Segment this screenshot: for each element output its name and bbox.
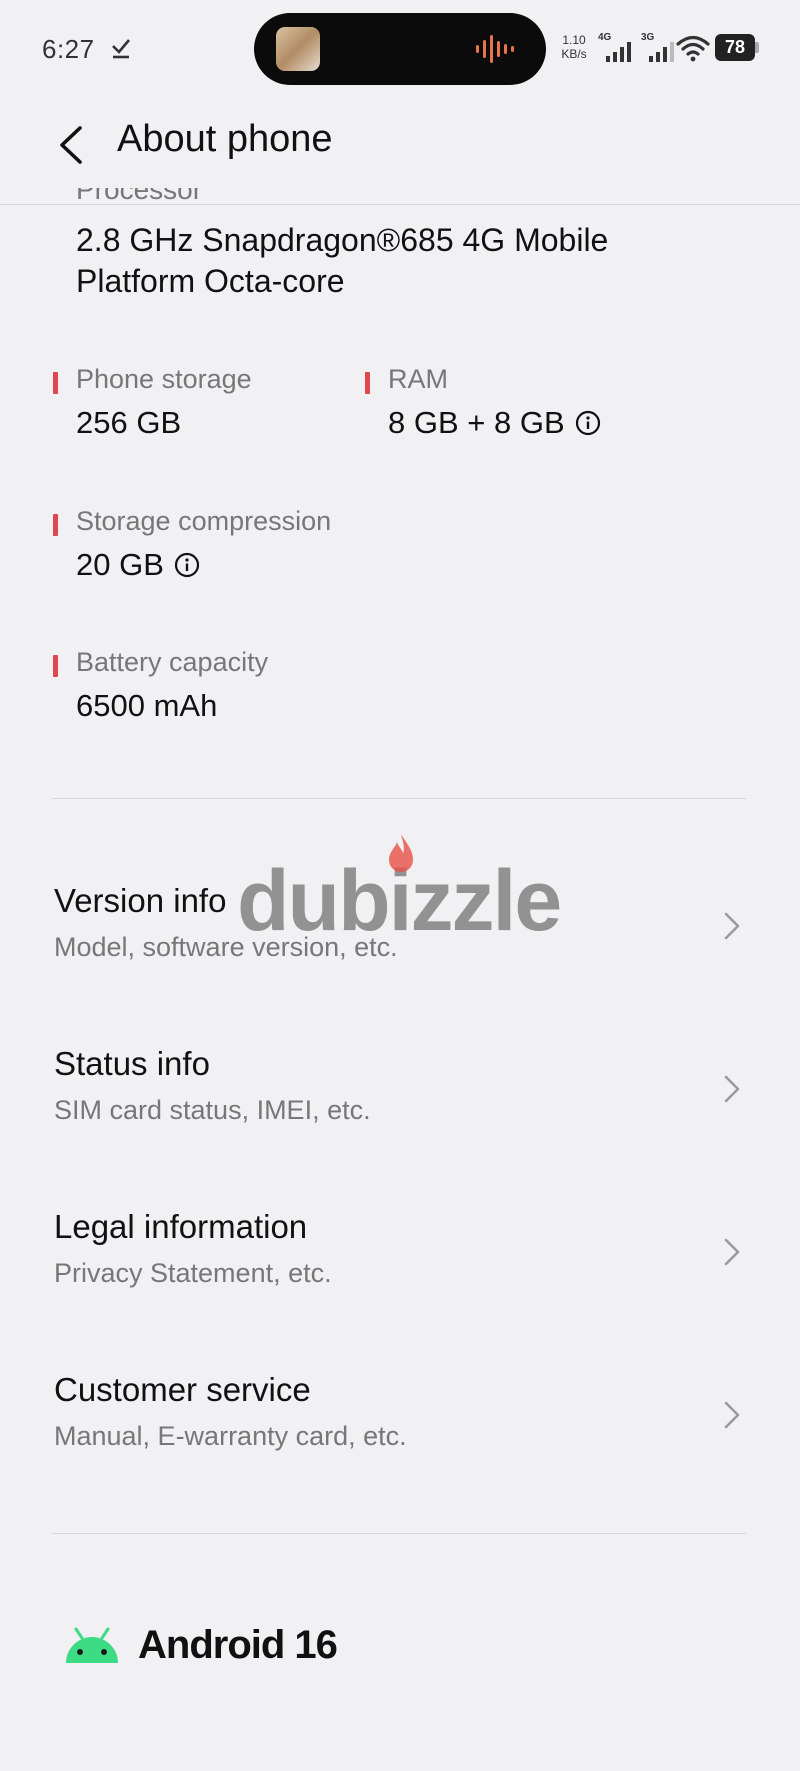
divider <box>52 1533 746 1534</box>
back-arrow-icon[interactable] <box>52 120 92 170</box>
android-version-label: Android 16 <box>138 1622 338 1667</box>
accent-bar <box>53 514 58 536</box>
android-logo-icon <box>66 1627 118 1663</box>
spec-value: 8 GB + 8 GB <box>388 405 601 441</box>
menu-item-subtitle: SIM card status, IMEI, etc. <box>54 1095 371 1125</box>
storage-compression-info-icon[interactable] <box>174 552 200 578</box>
battery-level: 78 <box>715 34 755 61</box>
spec-label: Phone storage <box>76 364 252 394</box>
menu-item-status-info[interactable]: Status info SIM card status, IMEI, etc. <box>0 1025 800 1155</box>
accent-bar <box>53 655 58 677</box>
dynamic-island[interactable] <box>254 13 546 85</box>
menu-item-subtitle: Model, software version, etc. <box>54 932 398 962</box>
battery-icon: 78 <box>715 34 759 61</box>
spec-value: 20 GB <box>76 547 200 583</box>
spec-label: Battery capacity <box>76 647 269 677</box>
menu-item-title: Status info <box>54 1045 210 1082</box>
spec-label: Storage compression <box>76 506 332 536</box>
menu-item-title: Customer service <box>54 1371 311 1408</box>
spec-value: 256 GB <box>76 405 182 440</box>
spec-label: RAM <box>388 364 448 394</box>
spec-value: 6500 mAh <box>76 688 218 723</box>
wifi-icon <box>676 35 710 62</box>
chevron-right-icon <box>724 1401 740 1429</box>
menu-item-customer-service[interactable]: Customer service Manual, E-warranty card… <box>0 1351 800 1481</box>
menu-item-title: Legal information <box>54 1208 308 1245</box>
menu-item-legal-information[interactable]: Legal information Privacy Statement, etc… <box>0 1188 800 1318</box>
chevron-right-icon <box>724 1238 740 1266</box>
download-done-icon <box>112 39 130 59</box>
status-bar: 6:27 1.10 KB/s 4G 3G 78 <box>0 0 800 100</box>
android-version: Android 16 <box>64 1620 338 1670</box>
page-title: About phone <box>117 118 333 160</box>
signal-3g-icon: 3G <box>641 32 675 64</box>
menu-item-version-info[interactable]: Version info Model, software version, et… <box>0 862 800 992</box>
media-thumbnail-icon <box>276 27 320 71</box>
audio-waveform-icon <box>476 35 514 63</box>
menu-item-subtitle: Privacy Statement, etc. <box>54 1258 332 1288</box>
accent-bar <box>53 372 58 394</box>
processor-value: 2.8 GHz Snapdragon®685 4G Mobile Platfor… <box>76 222 609 299</box>
status-time: 6:27 <box>42 34 95 64</box>
menu-item-subtitle: Manual, E-warranty card, etc. <box>54 1421 407 1451</box>
network-speed: 1.10 KB/s <box>561 33 587 61</box>
signal-4g-icon: 4G <box>598 32 632 64</box>
divider <box>52 798 746 799</box>
chevron-right-icon <box>724 1075 740 1103</box>
processor-label: Processor <box>76 188 203 205</box>
ram-info-icon[interactable] <box>575 410 601 436</box>
accent-bar <box>365 372 370 394</box>
menu-item-title: Version info <box>54 882 227 919</box>
chevron-right-icon <box>724 912 740 940</box>
